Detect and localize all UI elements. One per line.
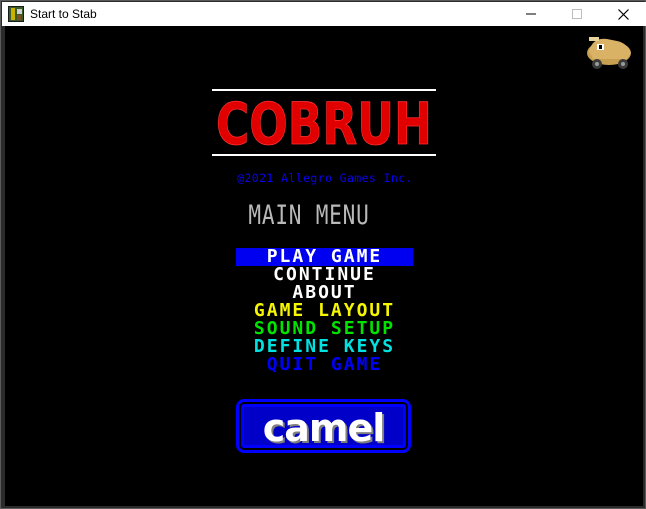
close-button[interactable] bbox=[600, 2, 646, 26]
publisher-badge: camel bbox=[236, 399, 411, 453]
publisher-badge-text: camel bbox=[262, 406, 386, 450]
minimize-button[interactable] bbox=[508, 2, 554, 26]
maximize-button[interactable] bbox=[554, 2, 600, 26]
copyright-notice: @2021 Allegro Games Inc. bbox=[237, 171, 413, 185]
window-title: Start to Stab bbox=[30, 7, 97, 21]
minimize-icon bbox=[526, 13, 536, 15]
game-window: Start to Stab COBRUH @2021 Allegro Games… bbox=[0, 0, 646, 509]
game-app-icon bbox=[8, 6, 24, 22]
maximize-icon bbox=[572, 9, 582, 19]
title-bar[interactable]: Start to Stab bbox=[2, 2, 646, 26]
game-logo: COBRUH bbox=[216, 92, 433, 152]
camel-mascot-icon bbox=[587, 37, 631, 69]
menu-item-quit-game[interactable]: QUIT GAME bbox=[236, 356, 413, 374]
menu-heading: MAIN MENU bbox=[248, 200, 370, 231]
logo-text: COBRUH bbox=[216, 92, 432, 152]
logo-bottom-rule bbox=[212, 154, 436, 156]
logo-top-rule bbox=[212, 89, 436, 91]
close-icon bbox=[617, 8, 629, 20]
game-canvas[interactable]: COBRUH @2021 Allegro Games Inc. MAIN MEN… bbox=[5, 26, 643, 506]
main-menu: PLAY GAME CONTINUE ABOUT GAME LAYOUT SOU… bbox=[236, 248, 413, 374]
